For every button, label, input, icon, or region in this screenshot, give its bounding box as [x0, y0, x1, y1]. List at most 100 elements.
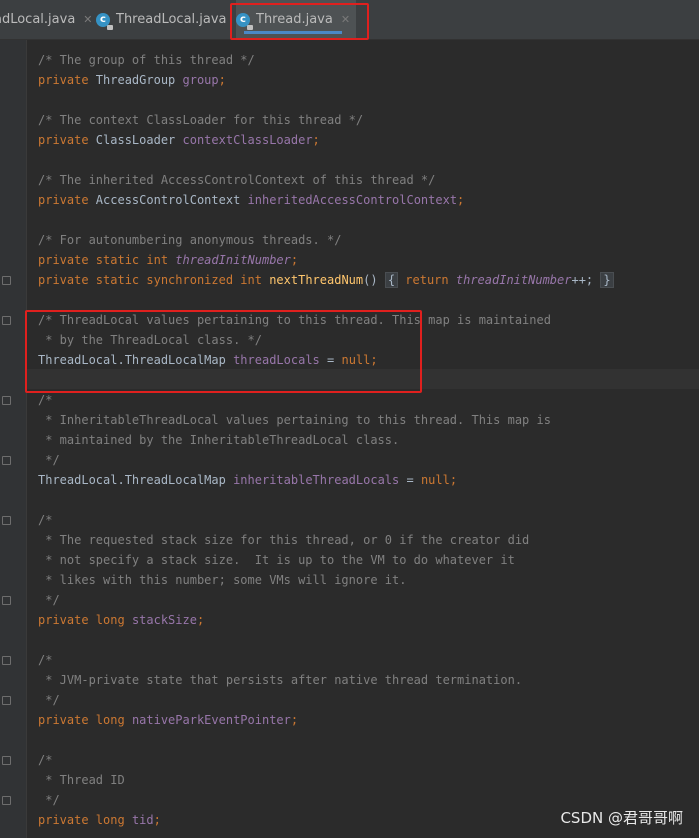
code-line: * not specify a stack size. It is up to …: [38, 550, 678, 570]
tab-threadlocal-truncated[interactable]: adLocal.java ✕: [0, 0, 99, 39]
fold-icon[interactable]: [2, 696, 11, 705]
code-line: * InheritableThreadLocal values pertaini…: [38, 410, 678, 430]
code-line: private static int threadInitNumber;: [38, 250, 678, 270]
semicolon: ;: [457, 193, 465, 207]
tab-label: ThreadLocal.java: [116, 12, 227, 27]
method-name: nextThreadNum: [269, 273, 364, 287]
comment: */: [38, 693, 60, 707]
code-line: /* The context ClassLoader for this thre…: [38, 110, 678, 130]
class-icon: c: [96, 12, 113, 30]
keyword: private static synchronized int: [38, 273, 262, 287]
comment: * likes with this number; some VMs will …: [38, 573, 407, 587]
field: inheritableThreadLocals: [233, 473, 400, 487]
fold-icon[interactable]: [2, 596, 11, 605]
fold-icon[interactable]: [2, 796, 11, 805]
field: inheritedAccessControlContext: [247, 193, 458, 207]
code-line: * maintained by the InheritableThreadLoc…: [38, 430, 678, 450]
fold-icon[interactable]: [2, 656, 11, 665]
keyword: private long: [38, 713, 125, 727]
keyword-return: return: [405, 273, 449, 287]
comment: * JVM-private state that persists after …: [38, 673, 523, 687]
code-line: /*: [38, 510, 678, 530]
semicolon: ;: [312, 133, 320, 147]
fold-icon[interactable]: [2, 756, 11, 765]
code-line: * JVM-private state that persists after …: [38, 670, 678, 690]
comment: */: [38, 793, 60, 807]
code-line: /*: [38, 750, 678, 770]
semicolon: ;: [218, 73, 226, 87]
comment: /*: [38, 653, 53, 667]
code-line: ThreadLocal.ThreadLocalMap inheritableTh…: [38, 470, 678, 490]
type: ThreadLocal.ThreadLocalMap: [38, 473, 234, 487]
keyword: private: [38, 193, 89, 207]
code-line: private static synchronized int nextThre…: [38, 270, 678, 290]
code-line: */: [38, 450, 678, 470]
code-line: /* For autonumbering anonymous threads. …: [38, 230, 678, 250]
field: contextClassLoader: [182, 133, 313, 147]
operator: ++;: [571, 273, 594, 287]
close-icon[interactable]: ✕: [83, 13, 92, 26]
tab-highlight-box: [230, 3, 369, 40]
code-line: /* The inherited AccessControlContext of…: [38, 170, 678, 190]
keyword: private long: [38, 613, 125, 627]
comment: /*: [38, 513, 53, 527]
comment: * InheritableThreadLocal values pertaini…: [38, 413, 551, 427]
code-line: private ClassLoader contextClassLoader;: [38, 130, 678, 150]
comment: /* The context ClassLoader for this thre…: [38, 113, 364, 127]
comment: * The requested stack size for this thre…: [38, 533, 530, 547]
code-line: /*: [38, 650, 678, 670]
code-line: private AccessControlContext inheritedAc…: [38, 190, 678, 210]
semicolon: ;: [153, 813, 161, 827]
tab-threadlocal[interactable]: c ThreadLocal.java ✕: [96, 0, 250, 39]
parens: (): [363, 273, 378, 287]
operator: =: [399, 473, 421, 487]
fold-icon[interactable]: [2, 316, 11, 325]
field: tid: [131, 813, 154, 827]
comment: /*: [38, 393, 53, 407]
keyword: private: [38, 73, 89, 87]
fold-icon[interactable]: [2, 456, 11, 465]
code-line: private ThreadGroup group;: [38, 70, 678, 90]
keyword: private static int: [38, 253, 169, 267]
comment: /* The group of this thread */: [38, 53, 255, 67]
type: ThreadGroup: [88, 73, 183, 87]
code-line: * Thread ID: [38, 770, 678, 790]
keyword: private long: [38, 813, 125, 827]
code-line: * The requested stack size for this thre…: [38, 530, 678, 550]
code-line: /* The group of this thread */: [38, 50, 678, 70]
code-editor[interactable]: /* The group of this thread */ private T…: [38, 50, 678, 830]
fold-icon[interactable]: [2, 396, 11, 405]
semicolon: ;: [290, 713, 299, 727]
field: group: [182, 73, 219, 87]
fold-icon[interactable]: [2, 276, 11, 285]
comment: /* The inherited AccessControlContext of…: [38, 173, 436, 187]
code-line: private long stackSize;: [38, 610, 678, 630]
folded-brace-right[interactable]: }: [600, 272, 614, 288]
type: AccessControlContext: [88, 193, 248, 207]
static-field: threadInitNumber: [455, 273, 572, 287]
comment: */: [38, 593, 60, 607]
comment: * maintained by the InheritableThreadLoc…: [38, 433, 400, 447]
code-line: */: [38, 590, 678, 610]
keyword: private: [38, 133, 89, 147]
comment: /* For autonumbering anonymous threads. …: [38, 233, 342, 247]
code-line: private long nativeParkEventPointer;: [38, 710, 678, 730]
csdn-watermark: CSDN @君哥哥啊: [560, 809, 683, 827]
semicolon: ;: [196, 613, 205, 627]
editor-tab-bar: adLocal.java ✕ c ThreadLocal.java ✕ c Th…: [0, 0, 699, 40]
keyword-null: null: [420, 473, 450, 487]
tab-label: adLocal.java: [0, 12, 76, 27]
comment: * not specify a stack size. It is up to …: [38, 553, 515, 567]
field: stackSize: [131, 613, 197, 627]
fold-icon[interactable]: [2, 516, 11, 525]
folded-brace-left[interactable]: {: [384, 272, 399, 288]
comment: /*: [38, 753, 53, 767]
editor-gutter: [0, 40, 27, 838]
threadlocals-highlight-box: [25, 310, 422, 393]
code-line: * likes with this number; some VMs will …: [38, 570, 678, 590]
